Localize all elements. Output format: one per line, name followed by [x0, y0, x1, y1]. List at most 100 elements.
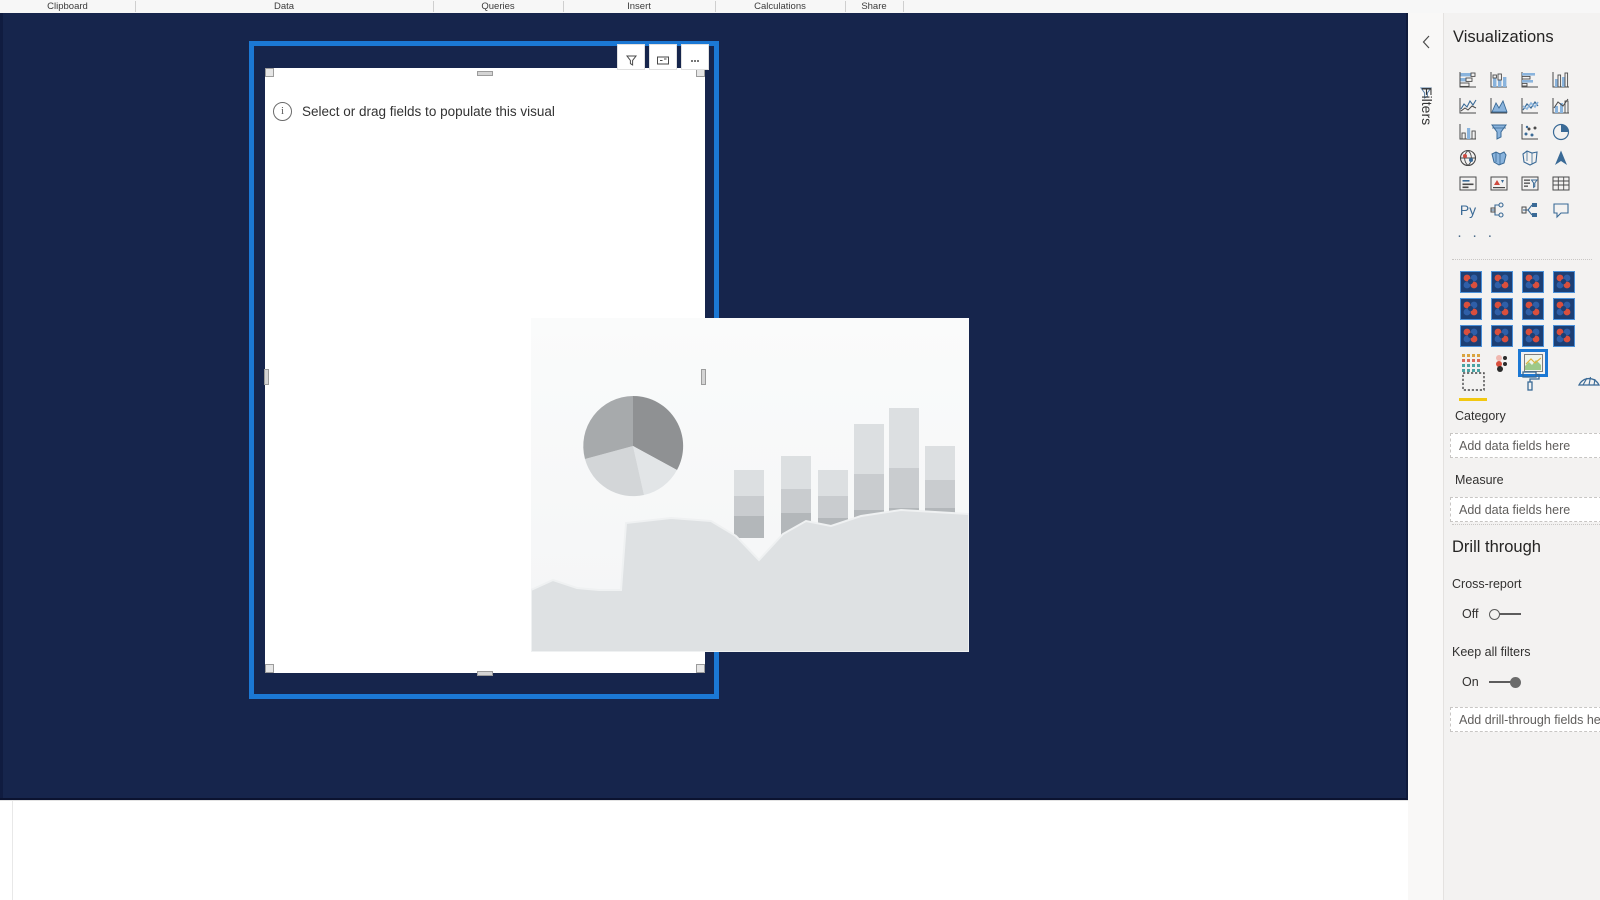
custom-visual-2[interactable]: [1487, 269, 1517, 295]
keep-all-filters-toggle[interactable]: On: [1462, 675, 1521, 689]
visualizations-pane-title: Visualizations: [1453, 28, 1554, 46]
custom-visual-4[interactable]: [1549, 269, 1579, 295]
visual-container[interactable]: [265, 68, 969, 673]
card-icon[interactable]: [1453, 171, 1483, 196]
drill-through-well-dropzone[interactable]: Add drill-through fields here: [1450, 707, 1600, 732]
keep-all-filters-switch[interactable]: [1489, 676, 1521, 688]
custom-visual-tile: [1553, 298, 1575, 320]
key-influencers-icon[interactable]: [1515, 197, 1545, 222]
power-bi-desktop-window: Clipboard Data Queries Insert Calculations Sh…: [0, 0, 1600, 900]
custom-visual-tile: [1491, 298, 1513, 320]
visual-placeholder-graphic: [531, 318, 969, 652]
custom-visual-5[interactable]: [1456, 296, 1486, 322]
filters-pane-collapsed[interactable]: Filters: [1408, 13, 1444, 900]
resize-handle-left-middle[interactable]: [264, 369, 269, 385]
field-well-tabs[interactable]: [1458, 368, 1600, 401]
table-icon[interactable]: [1546, 171, 1576, 196]
analytics-tab[interactable]: [1574, 368, 1600, 394]
keep-all-filters-label: Keep all filters: [1452, 645, 1531, 659]
map-icon[interactable]: [1453, 145, 1483, 170]
visual-placeholder-message: i Select or drag fields to populate this…: [273, 102, 555, 121]
format-tab[interactable]: [1516, 368, 1546, 394]
category-well-label: Category: [1455, 409, 1506, 423]
filter-icon[interactable]: [617, 44, 645, 70]
line-chart-icon[interactable]: [1453, 93, 1483, 118]
ribbon-divider-0: [135, 1, 136, 12]
ribbon-groups: Clipboard Data Queries Insert Calculations Sh…: [0, 0, 1600, 13]
resize-handle-right-middle[interactable]: [701, 369, 706, 385]
chevron-left-icon[interactable]: [1417, 33, 1435, 51]
custom-visual-10[interactable]: [1487, 323, 1517, 349]
canvas-outer-background: [0, 800, 1440, 900]
custom-visual-6[interactable]: [1487, 296, 1517, 322]
visualization-type-grid[interactable]: Py: [1453, 67, 1600, 222]
custom-visual-tile: [1491, 271, 1513, 293]
ribbon-chart-icon[interactable]: [1453, 119, 1483, 144]
resize-handle-bottom-right[interactable]: [696, 664, 705, 673]
resize-handle-top-center[interactable]: [477, 71, 493, 76]
more-visuals-ellipsis-icon[interactable]: · · ·: [1457, 228, 1495, 243]
line-and-stacked-column-chart-icon[interactable]: [1546, 93, 1576, 118]
ribbon-divider-4: [845, 1, 846, 12]
custom-visual-tile: [1460, 271, 1482, 293]
category-well-dropzone[interactable]: Add data fields here: [1450, 433, 1600, 458]
canvas-bottom-edge: [12, 801, 13, 900]
ribbon-group-clipboard: Clipboard: [47, 1, 88, 12]
clustered-column-chart-icon[interactable]: [1546, 67, 1576, 92]
area-chart-icon[interactable]: [1484, 93, 1514, 118]
filters-pane-label[interactable]: Filters: [1419, 87, 1435, 147]
filled-map-icon[interactable]: [1484, 145, 1514, 170]
custom-visual-tile: [1522, 298, 1544, 320]
custom-visual-tile: [1553, 271, 1575, 293]
ribbon-divider-5: [903, 1, 904, 12]
custom-visual-9[interactable]: [1456, 323, 1486, 349]
funnel-chart-icon[interactable]: [1484, 119, 1514, 144]
clustered-bar-chart-icon[interactable]: [1515, 67, 1545, 92]
scatter-chart-icon[interactable]: [1515, 119, 1545, 144]
pie-chart-icon[interactable]: [1546, 119, 1576, 144]
custom-visual-7[interactable]: [1518, 296, 1548, 322]
ribbon-group-insert: Insert: [627, 1, 651, 12]
info-icon: i: [273, 102, 292, 121]
decomposition-tree-icon[interactable]: [1484, 197, 1514, 222]
ribbon-group-label-strip: Clipboard Data Queries Insert Calculations Sh…: [0, 0, 1600, 14]
stacked-bar-chart-icon[interactable]: [1453, 67, 1483, 92]
visual-placeholder-text: Select or drag fields to populate this v…: [302, 104, 555, 119]
custom-visual-tile: [1553, 325, 1575, 347]
python-visual-icon[interactable]: Py: [1453, 197, 1483, 222]
measure-well-label: Measure: [1455, 473, 1504, 487]
ribbon-divider-2: [563, 1, 564, 12]
custom-visual-3[interactable]: [1518, 269, 1548, 295]
measure-well-dropzone[interactable]: Add data fields here: [1450, 497, 1600, 522]
ribbon-divider-1: [433, 1, 434, 12]
ribbon-group-calculations: Calculations: [754, 1, 806, 12]
cross-report-toggle[interactable]: Off: [1462, 607, 1521, 621]
resize-handle-top-left[interactable]: [265, 68, 274, 77]
resize-handle-bottom-center[interactable]: [477, 671, 493, 676]
cross-report-label: Cross-report: [1452, 577, 1522, 591]
slicer-icon[interactable]: [1515, 171, 1545, 196]
custom-visual-tile: [1522, 271, 1544, 293]
smart-narrative-icon[interactable]: [1546, 197, 1576, 222]
custom-visual-8[interactable]: [1549, 296, 1579, 322]
fields-tab[interactable]: [1458, 368, 1488, 401]
ribbon-group-share: Share: [861, 1, 887, 12]
shape-map-icon[interactable]: [1515, 145, 1545, 170]
resize-handle-bottom-left[interactable]: [265, 664, 274, 673]
more-options-icon[interactable]: [681, 44, 709, 70]
stacked-area-chart-icon[interactable]: [1515, 93, 1545, 118]
ribbon-group-queries: Queries: [481, 1, 515, 12]
ribbon-divider-3: [715, 1, 716, 12]
stacked-column-chart-icon[interactable]: [1484, 67, 1514, 92]
custom-visual-1[interactable]: [1456, 269, 1486, 295]
focus-mode-icon[interactable]: [649, 44, 677, 70]
multi-row-card-icon[interactable]: [1484, 171, 1514, 196]
custom-visual-11[interactable]: [1518, 323, 1548, 349]
arcgis-map-icon[interactable]: [1546, 145, 1576, 170]
custom-visual-12[interactable]: [1549, 323, 1579, 349]
custom-visuals-grid[interactable]: [1456, 269, 1600, 377]
visual-header-buttons[interactable]: [617, 44, 709, 70]
cross-report-switch[interactable]: [1489, 608, 1521, 620]
custom-visual-tile: [1460, 298, 1482, 320]
keep-all-filters-state: On: [1462, 675, 1479, 689]
